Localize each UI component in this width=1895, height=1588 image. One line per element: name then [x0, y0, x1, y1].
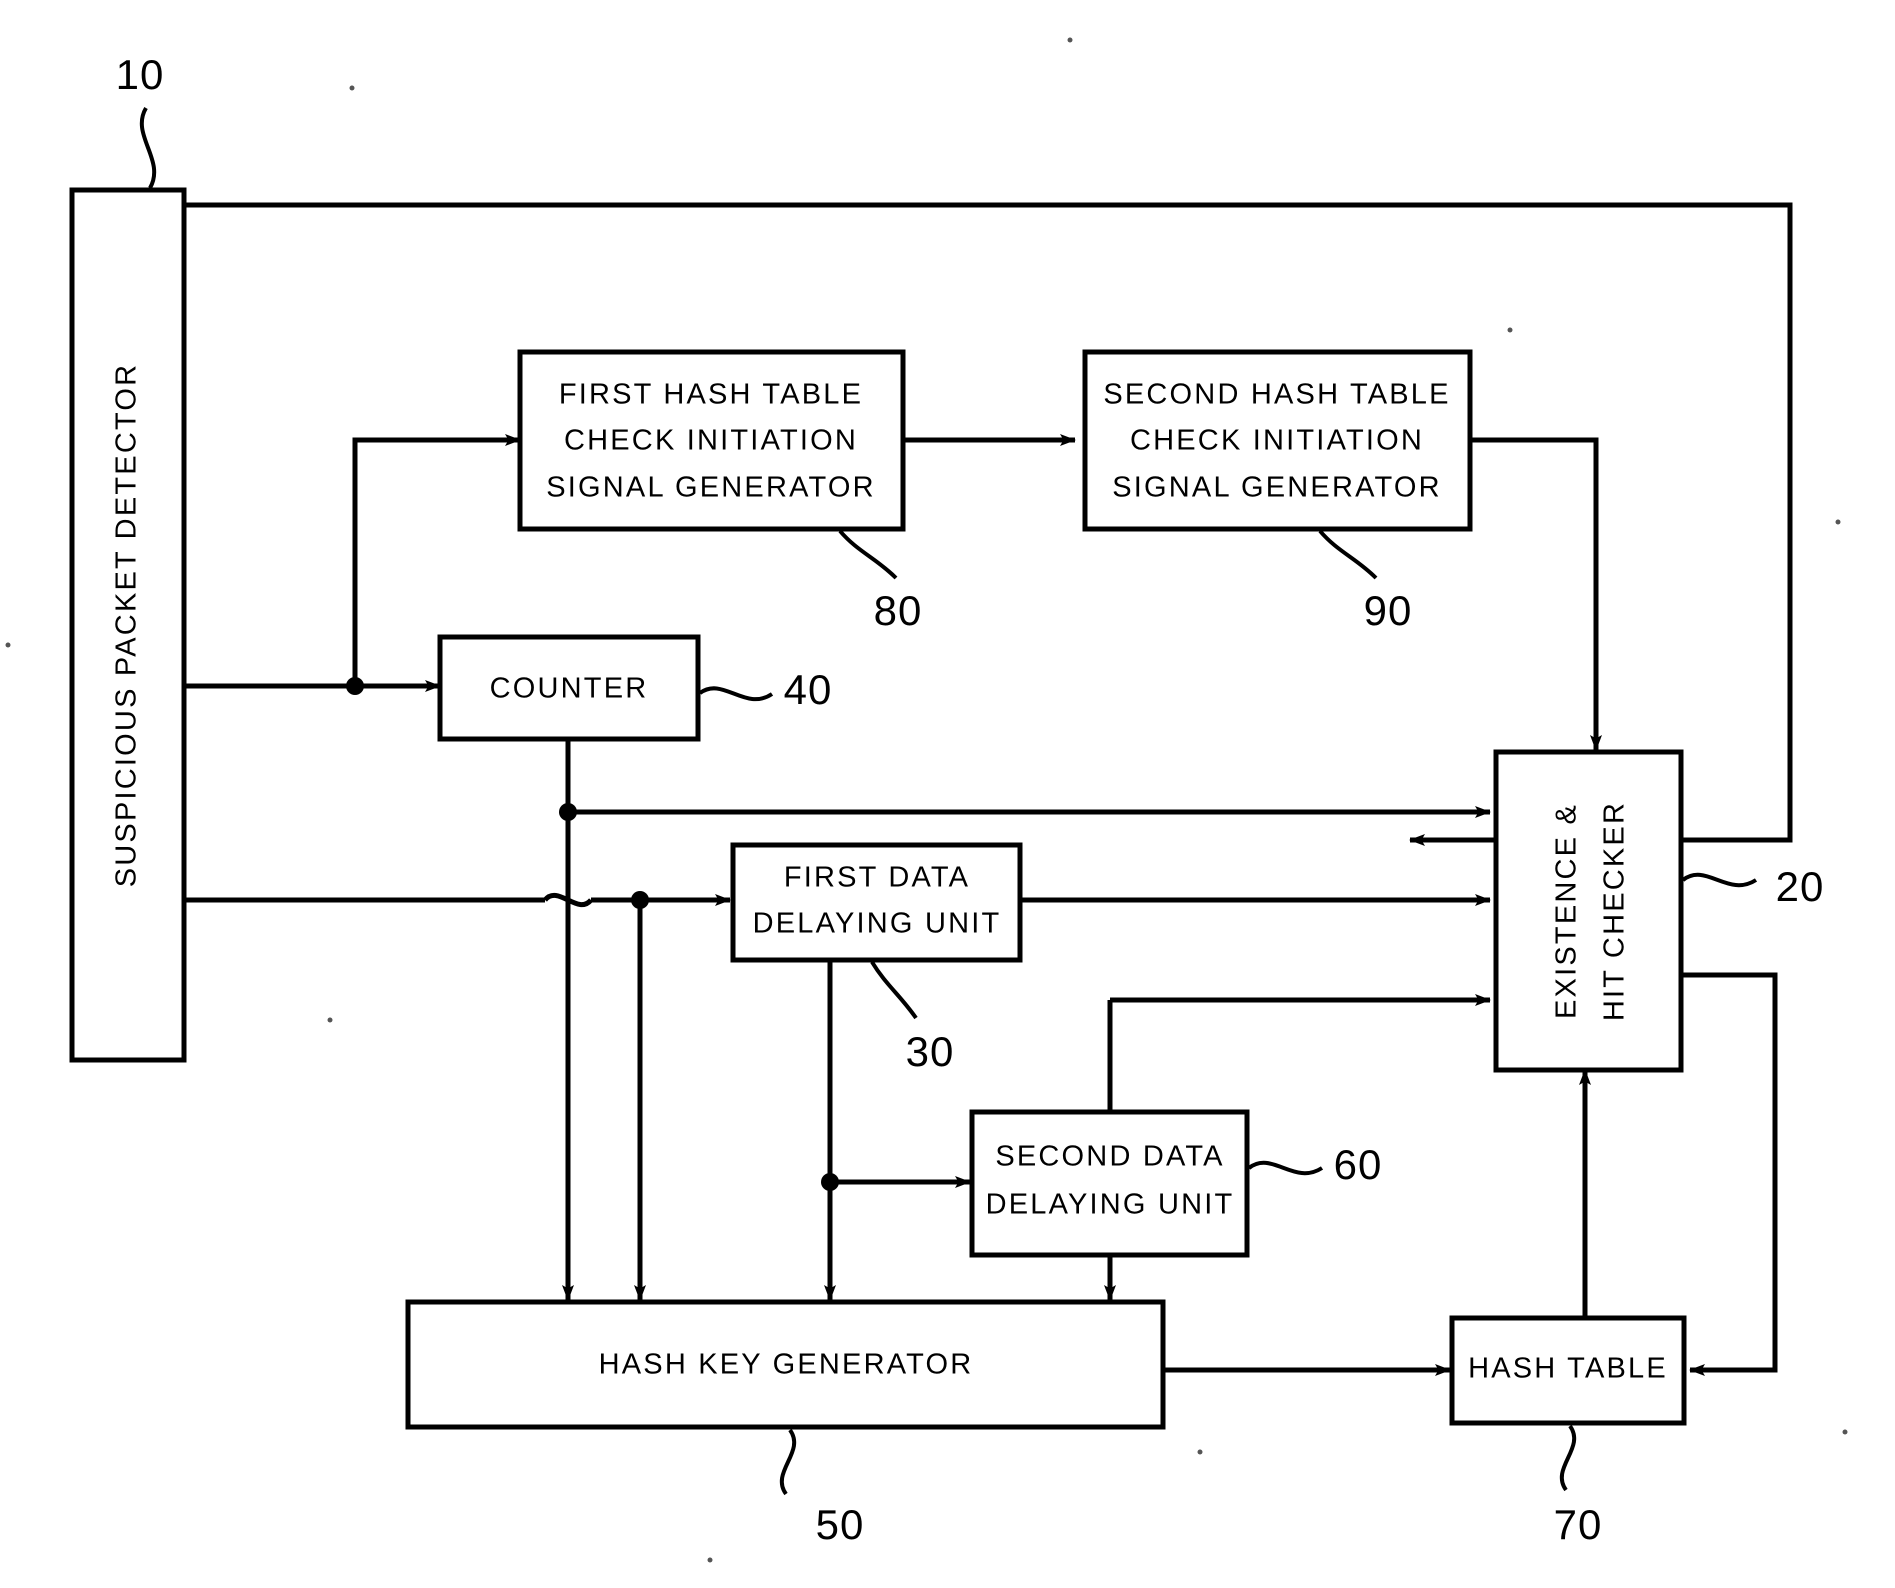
block-label-first-delay-line2: DELAYING UNIT [753, 908, 1002, 940]
leader-90 [1318, 529, 1378, 580]
leader-80 [838, 529, 898, 580]
block-second-data-delaying-unit[interactable] [969, 1109, 1250, 1258]
scan-speck [5, 642, 11, 648]
block-label-second-delay-line1: SECOND DATA [995, 1141, 1224, 1173]
ref-70: 70 [1554, 1501, 1603, 1548]
scan-speck [327, 1017, 333, 1023]
leader-10 [139, 106, 157, 189]
leader-40 [698, 686, 774, 702]
junction-dot-spd-counter [346, 677, 364, 695]
wire-spd-to-checker-top [183, 202, 1793, 846]
leader-50 [779, 1428, 797, 1496]
leader-20 [1681, 872, 1758, 888]
block-label-second-hash-line2: CHECK INITIATION [1130, 425, 1424, 457]
ref-90: 90 [1364, 587, 1413, 634]
block-label-first-hash-line3: SIGNAL GENERATOR [546, 472, 876, 504]
wire-second-hash-gen-to-checker [1470, 437, 1602, 751]
block-label-existence-hit-checker-line1: EXISTENCE & [1551, 803, 1583, 1019]
leader-60 [1247, 1160, 1324, 1176]
block-label-hash-table: HASH TABLE [1468, 1353, 1668, 1385]
block-label-suspicious-packet-detector: SUSPICIOUS PACKET DETECTOR [111, 363, 143, 888]
block-existence-hit-checker[interactable] [1493, 749, 1684, 1073]
block-label-existence-hit-checker-line2: HIT CHECKER [1599, 801, 1631, 1021]
ref-10: 10 [116, 51, 165, 98]
block-label-second-delay-line2: DELAYING UNIT [986, 1189, 1235, 1221]
ref-30: 30 [906, 1028, 955, 1075]
block-label-hash-key-generator: HASH KEY GENERATOR [599, 1349, 974, 1381]
scan-speck [1835, 519, 1841, 525]
ref-50: 50 [816, 1501, 865, 1548]
block-label-first-hash-line1: FIRST HASH TABLE [559, 379, 863, 411]
scan-speck [707, 1557, 713, 1563]
patent-figure-canvas: SUSPICIOUS PACKET DETECTOR 10 FIRST HASH… [0, 0, 1895, 1588]
scan-speck [1197, 1449, 1203, 1455]
scan-speck [349, 85, 355, 91]
junction-dot-first-delay [821, 1173, 839, 1191]
wire-checker-to-hashtable [1680, 972, 1778, 1376]
block-diagram-svg: SUSPICIOUS PACKET DETECTOR 10 FIRST HASH… [5, 37, 1848, 1563]
block-label-second-hash-line1: SECOND HASH TABLE [1103, 379, 1450, 411]
ref-40: 40 [784, 666, 833, 713]
block-label-first-delay-line1: FIRST DATA [784, 862, 970, 894]
junction-dot-counter [559, 803, 577, 821]
ref-60: 60 [1334, 1141, 1383, 1188]
leader-30 [870, 960, 918, 1020]
scan-speck [1507, 327, 1513, 333]
block-label-first-hash-line2: CHECK INITIATION [564, 425, 858, 457]
scan-speck [1842, 1429, 1848, 1435]
ref-20: 20 [1776, 863, 1825, 910]
block-label-second-hash-line3: SIGNAL GENERATOR [1112, 472, 1442, 504]
scan-speck [1067, 37, 1073, 43]
ref-80: 80 [874, 587, 923, 634]
block-label-counter: COUNTER [490, 673, 649, 705]
leader-70 [1559, 1424, 1577, 1492]
